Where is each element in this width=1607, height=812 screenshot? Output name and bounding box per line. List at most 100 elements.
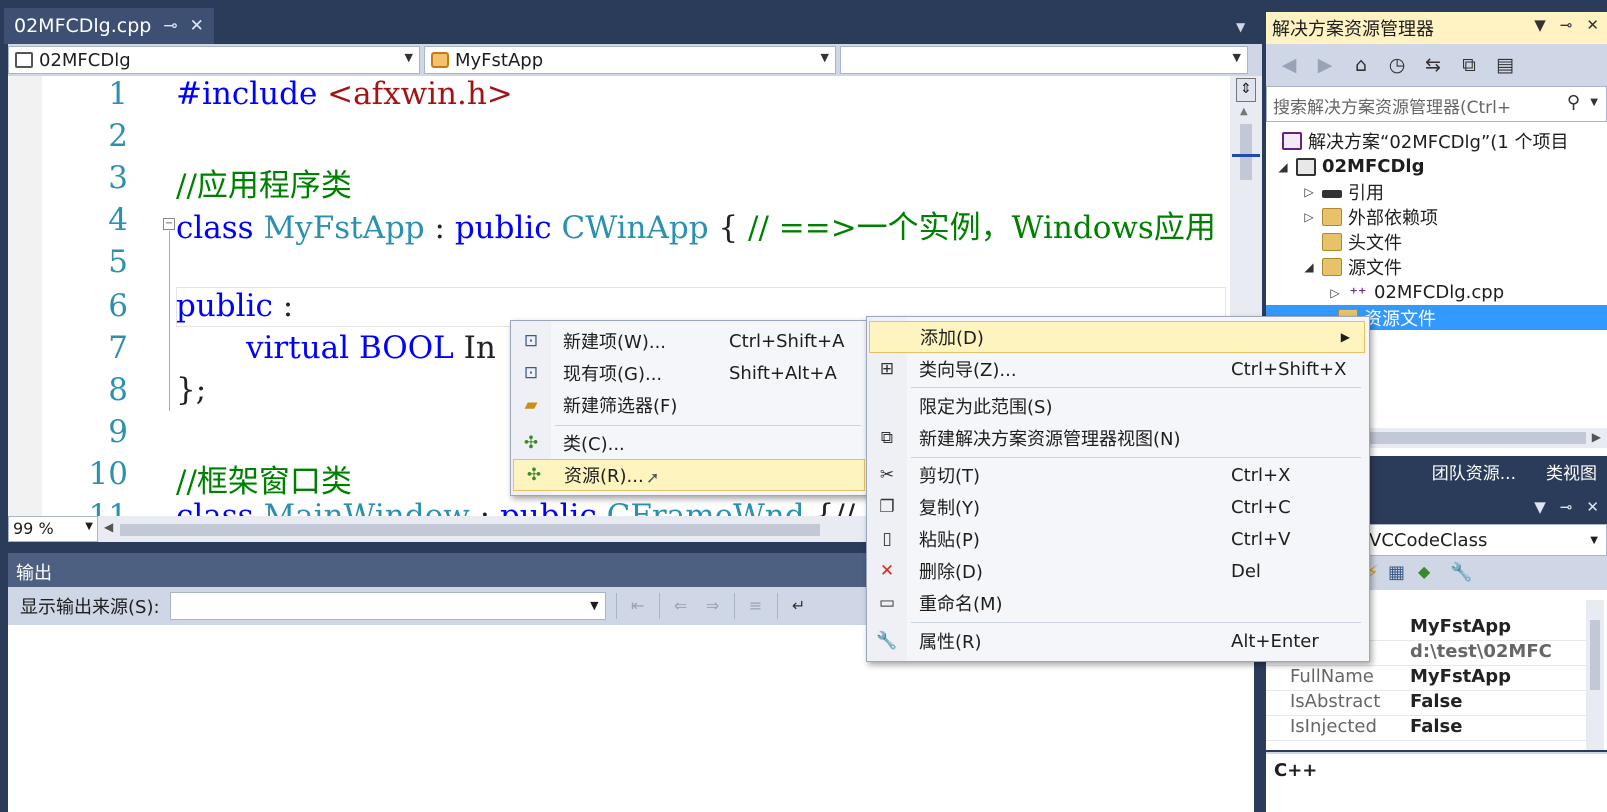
chevron-down-icon[interactable]: ▼ bbox=[1590, 97, 1598, 108]
code-line: 3 //应用程序类 bbox=[8, 160, 1230, 204]
code-token: class bbox=[176, 210, 254, 246]
properties-icon[interactable]: ▤ bbox=[1492, 52, 1518, 78]
scroll-up-icon[interactable]: ▲ bbox=[1240, 106, 1248, 117]
tree-item-solution[interactable]: 解决方案“02MFCDlg”(1 个项目 bbox=[1282, 128, 1569, 153]
collapsed-icon[interactable]: ▷ bbox=[1302, 185, 1316, 199]
chevron-down-icon[interactable]: ▼ bbox=[1534, 16, 1546, 34]
tree-item-header-files[interactable]: 头文件 bbox=[1322, 229, 1402, 254]
property-key: IsInjected bbox=[1290, 716, 1377, 737]
tab-class-view[interactable]: 类视图 bbox=[1546, 459, 1597, 484]
back-icon[interactable]: ◀ bbox=[1276, 52, 1302, 78]
code-token: : bbox=[479, 498, 491, 516]
tab-02mfcdlg-cpp[interactable]: 02MFCDlg.cpp ⊸ ✕ bbox=[4, 8, 214, 44]
pin-icon[interactable]: ⊸ bbox=[1560, 16, 1573, 34]
output-source-label: 显示输出来源(S): bbox=[20, 597, 160, 618]
tree-item-project[interactable]: ◢ 02MFCDlg bbox=[1276, 154, 1424, 179]
scroll-thumb[interactable] bbox=[1240, 124, 1252, 180]
collapsed-icon[interactable]: ▷ bbox=[1328, 286, 1342, 300]
toolbar-separator bbox=[776, 593, 778, 619]
clear-all-icon[interactable]: ≡ bbox=[745, 595, 767, 617]
scope-combo[interactable]: 02MFCDlg ▼ bbox=[8, 46, 420, 74]
menu-item-properties[interactable]: 🔧 属性(R) Alt+Enter bbox=[867, 625, 1369, 657]
split-view-icon[interactable]: ⇕ bbox=[1236, 78, 1256, 102]
scroll-thumb[interactable] bbox=[120, 524, 820, 536]
zoom-combo[interactable]: 99 % ▼ bbox=[8, 516, 98, 542]
menu-item-add[interactable]: 添加(D) ▶ bbox=[869, 321, 1365, 353]
search-icon[interactable]: ⚲ bbox=[1567, 92, 1580, 113]
zoom-value: 99 % bbox=[13, 519, 54, 538]
menu-item-resource[interactable]: ✣ 资源(R)... ➚ bbox=[513, 459, 865, 491]
tree-item-cpp-file[interactable]: ▷ ⁺⁺ 02MFCDlg.cpp bbox=[1328, 280, 1504, 305]
home-icon[interactable]: ⌂ bbox=[1348, 52, 1374, 78]
tree-item-external-deps[interactable]: ▷ 外部依赖项 bbox=[1302, 204, 1438, 229]
collapsed-icon[interactable]: ▷ bbox=[1302, 210, 1316, 224]
close-icon[interactable]: ✕ bbox=[190, 16, 204, 36]
word-wrap-icon[interactable]: ↵ bbox=[788, 595, 810, 617]
properties-scrollbar[interactable] bbox=[1586, 600, 1604, 750]
history-icon[interactable]: ◷ bbox=[1384, 52, 1410, 78]
pin-icon[interactable]: ⊸ bbox=[163, 16, 177, 36]
search-placeholder: 搜索解决方案资源管理器(Ctrl+ bbox=[1273, 98, 1512, 118]
menu-item-existing-item[interactable]: ⊡ 现有项(G)... Shift+Alt+A bbox=[511, 357, 869, 389]
forward-icon[interactable]: ▶ bbox=[1312, 52, 1338, 78]
scroll-left-icon[interactable]: ◀ bbox=[104, 520, 113, 534]
output-source-combo[interactable]: ▼ bbox=[169, 592, 606, 620]
menu-item-label: 资源(R)... bbox=[564, 466, 644, 487]
sync-icon[interactable]: ⇆ bbox=[1420, 52, 1446, 78]
tree-item-references[interactable]: ▷ 引用 bbox=[1302, 179, 1384, 204]
tree-item-label: 02MFCDlg bbox=[1322, 156, 1425, 177]
menu-item-rename[interactable]: ▭ 重命名(M) bbox=[867, 587, 1369, 619]
code-token: virtual bbox=[246, 330, 350, 366]
messages-icon[interactable]: ◆ bbox=[1418, 562, 1430, 581]
property-row[interactable]: IsInjected False bbox=[1266, 716, 1586, 741]
solution-explorer-search[interactable]: 搜索解决方案资源管理器(Ctrl+ ⚲ ▼ bbox=[1266, 86, 1607, 122]
collapse-toggle-icon[interactable]: − bbox=[163, 218, 175, 230]
property-row[interactable]: FullName MyFstApp bbox=[1266, 666, 1586, 691]
property-row[interactable]: IsAbstract False bbox=[1266, 691, 1586, 716]
tree-item-label: 引用 bbox=[1348, 182, 1384, 204]
menu-item-delete[interactable]: ✕ 删除(D) Del bbox=[867, 555, 1369, 587]
toolbar-separator bbox=[615, 593, 617, 619]
property-value: MyFstApp bbox=[1410, 666, 1511, 687]
menu-item-new-view[interactable]: ⧉ 新建解决方案资源管理器视图(N) bbox=[867, 422, 1369, 454]
menu-item-class[interactable]: ✣ 类(C)... bbox=[511, 427, 869, 459]
menu-item-paste[interactable]: ▯ 粘贴(P) Ctrl+V bbox=[867, 523, 1369, 555]
overrides-icon[interactable]: 🔧 bbox=[1450, 562, 1472, 583]
collapse-all-icon[interactable]: ⧉ bbox=[1456, 52, 1482, 78]
delete-icon: ✕ bbox=[879, 561, 895, 581]
code-comment: //框架窗口类 bbox=[176, 464, 352, 500]
menu-item-cut[interactable]: ✂ 剪切(T) Ctrl+X bbox=[867, 459, 1369, 491]
tab-overflow-chevron-icon[interactable]: ▼ bbox=[1236, 20, 1245, 34]
menu-item-scope-to-this[interactable]: 限定为此范围(S) bbox=[867, 390, 1369, 422]
expand-icon[interactable]: ◢ bbox=[1276, 160, 1290, 174]
tree-item-label: 资源文件 bbox=[1364, 308, 1436, 330]
menu-item-new-item[interactable]: ⊡ 新建项(W)... Ctrl+Shift+A bbox=[511, 325, 869, 357]
existing-item-icon: ⊡ bbox=[523, 363, 539, 383]
scope-combo-value: 02MFCDlg bbox=[39, 49, 131, 71]
previous-message-icon[interactable]: ⇐ bbox=[670, 595, 692, 617]
go-to-line-icon[interactable]: ⇤ bbox=[627, 595, 649, 617]
menu-item-shortcut: Del bbox=[1231, 560, 1261, 582]
member-combo[interactable]: ▼ bbox=[840, 46, 1248, 74]
scroll-right-icon[interactable]: ▶ bbox=[1592, 430, 1601, 444]
tab-team-explorer[interactable]: 团队资源... bbox=[1432, 459, 1516, 484]
tree-item-source-files[interactable]: ◢ 源文件 bbox=[1302, 254, 1402, 279]
property-pages-icon[interactable]: ▦ bbox=[1388, 562, 1405, 583]
close-icon[interactable]: ✕ bbox=[1586, 498, 1599, 516]
pin-icon[interactable]: ⊸ bbox=[1560, 498, 1573, 516]
menu-item-new-filter[interactable]: ▰ 新建筛选器(F) bbox=[511, 389, 869, 421]
scroll-thumb[interactable] bbox=[1590, 620, 1600, 690]
menu-item-class-wizard[interactable]: ⊞ 类向导(Z)... Ctrl+Shift+X bbox=[867, 353, 1369, 385]
line-number: 6 bbox=[108, 288, 128, 324]
menu-item-copy[interactable]: ❐ 复制(Y) Ctrl+C bbox=[867, 491, 1369, 523]
expand-icon[interactable]: ◢ bbox=[1302, 260, 1316, 274]
next-message-icon[interactable]: ⇒ bbox=[702, 595, 724, 617]
chevron-down-icon: ▼ bbox=[404, 51, 413, 64]
tree-item-label: 02MFCDlg.cpp bbox=[1374, 282, 1505, 303]
paste-icon: ▯ bbox=[882, 529, 892, 549]
class-combo[interactable]: MyFstApp ▼ bbox=[424, 46, 836, 74]
chevron-down-icon[interactable]: ▼ bbox=[1534, 498, 1546, 516]
project-icon bbox=[15, 52, 33, 68]
close-icon[interactable]: ✕ bbox=[1586, 16, 1599, 34]
scroll-thumb[interactable] bbox=[1366, 432, 1586, 444]
